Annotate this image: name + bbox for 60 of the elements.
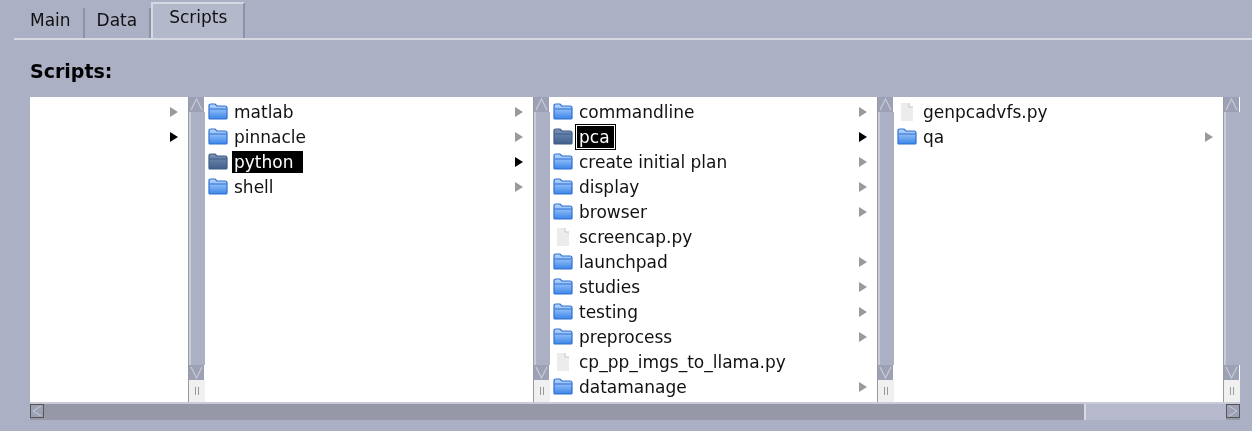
scroll-up-icon[interactable] [1224, 97, 1239, 112]
folder-icon [553, 253, 573, 270]
folder-name[interactable]: launchpad [577, 250, 670, 273]
folder-icon [553, 178, 573, 195]
scroll-up-icon[interactable] [189, 97, 204, 112]
folder-icon [553, 103, 573, 120]
folder-name[interactable]: qa [921, 125, 947, 148]
folder-name[interactable]: matlab [232, 100, 296, 123]
folder-icon [208, 103, 228, 120]
tab[interactable]: Scripts [151, 2, 246, 38]
folder-name[interactable]: shell [232, 175, 276, 198]
folder-icon [208, 153, 228, 170]
folder-icon [208, 128, 228, 145]
scrollbar-thumb[interactable] [1224, 112, 1240, 365]
scrollbar-thumb[interactable] [878, 112, 894, 365]
resize-grip-icon[interactable] [883, 386, 889, 396]
scroll-down-icon[interactable] [878, 365, 893, 380]
scroll-up-icon[interactable] [534, 97, 549, 112]
folder-icon [897, 128, 917, 145]
folder-name[interactable]: create initial plan [577, 150, 730, 173]
vertical-scrollbar[interactable] [877, 97, 894, 402]
folder-icon [553, 278, 573, 295]
file-name[interactable]: genpcadvfs.py [921, 100, 1050, 123]
folder-name[interactable]: commandline [577, 100, 697, 123]
section-label: Scripts: [30, 60, 114, 84]
scroll-left-icon[interactable] [30, 404, 44, 418]
folder-icon [553, 303, 573, 320]
scrollbar-thumb[interactable] [534, 112, 550, 365]
folder-name[interactable]: pinnacle [232, 125, 308, 148]
resize-grip-icon[interactable] [539, 386, 545, 396]
folder-icon [553, 378, 573, 395]
tab[interactable]: Main [18, 8, 85, 38]
folder-name[interactable]: python [232, 150, 304, 173]
resize-grip-icon[interactable] [1229, 386, 1235, 396]
scroll-down-icon[interactable] [534, 365, 549, 380]
vertical-scrollbar[interactable] [1223, 97, 1240, 402]
scrollbar-thumb[interactable] [189, 112, 205, 365]
folder-icon [553, 153, 573, 170]
folder-name[interactable]: studies [577, 275, 643, 298]
horizontal-scrollbar[interactable] [30, 404, 1240, 420]
file-name[interactable]: screencap.py [577, 225, 695, 248]
folder-icon [553, 328, 573, 345]
folder-icon [553, 203, 573, 220]
resize-grip-icon[interactable] [194, 386, 200, 396]
scroll-down-icon[interactable] [1224, 365, 1239, 380]
scrollbar-thumb[interactable] [1084, 404, 1226, 420]
scroll-up-icon[interactable] [878, 97, 893, 112]
folder-name[interactable]: browser [577, 200, 650, 223]
folder-name[interactable]: display [577, 175, 642, 198]
vertical-scrollbar[interactable] [188, 97, 205, 402]
folder-icon [553, 128, 573, 145]
scroll-down-icon[interactable] [189, 365, 204, 380]
vertical-scrollbar[interactable] [533, 97, 550, 402]
folder-name[interactable]: datamanage [577, 375, 689, 398]
scroll-right-icon[interactable] [1226, 404, 1240, 418]
file-name[interactable]: cp_pp_imgs_to_llama.py [577, 350, 788, 373]
folder-icon [208, 178, 228, 195]
folder-name[interactable]: testing [577, 300, 640, 323]
folder-name[interactable]: preprocess [577, 325, 675, 348]
folder-name[interactable]: pca [577, 125, 614, 148]
